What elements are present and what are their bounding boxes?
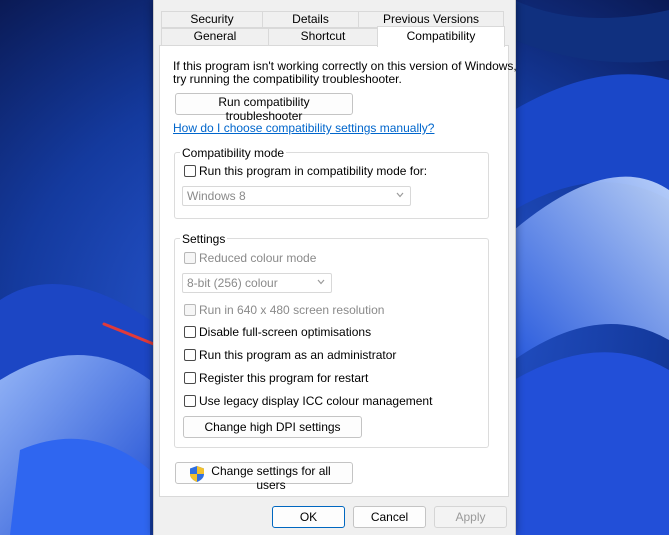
compatibility-os-select[interactable]: Windows 8 <box>182 186 411 206</box>
cancel-button[interactable]: Cancel <box>353 506 426 528</box>
legacy-icc-label: Use legacy display ICC colour management <box>199 394 433 408</box>
chevron-down-icon <box>317 279 325 285</box>
disable-fullscreen-label: Disable full-screen optimisations <box>199 325 372 339</box>
legacy-icc-checkbox[interactable] <box>184 395 196 407</box>
tab-compatibility[interactable]: Compatibility <box>377 26 505 47</box>
intro-text-line1: If this program isn't working correctly … <box>173 59 517 73</box>
change-dpi-button[interactable]: Change high DPI settings <box>183 416 362 438</box>
tab-details[interactable]: Details <box>262 11 359 28</box>
ok-button[interactable]: OK <box>272 506 345 528</box>
run-as-admin-checkbox[interactable] <box>184 349 196 361</box>
compatibility-help-link[interactable]: How do I choose compatibility settings m… <box>173 121 434 135</box>
colour-depth-select[interactable]: 8-bit (256) colour <box>182 273 332 293</box>
compatibility-mode-legend: Compatibility mode <box>180 146 287 160</box>
chevron-down-icon <box>396 192 404 198</box>
colour-depth-value: 8-bit (256) colour <box>187 276 278 290</box>
register-restart-checkbox[interactable] <box>184 372 196 384</box>
tab-security[interactable]: Security <box>161 11 263 28</box>
reduced-colour-label: Reduced colour mode <box>199 251 317 265</box>
compatibility-mode-checkbox[interactable] <box>184 165 196 177</box>
run-640x480-label: Run in 640 x 480 screen resolution <box>199 303 385 317</box>
run-troubleshooter-button[interactable]: Run compatibility troubleshooter <box>175 93 353 123</box>
compatibility-os-value: Windows 8 <box>187 189 246 203</box>
uac-shield-icon <box>190 466 204 482</box>
disable-fullscreen-checkbox[interactable] <box>184 326 196 338</box>
settings-legend: Settings <box>180 232 228 246</box>
reduced-colour-checkbox[interactable] <box>184 252 196 264</box>
intro-text-line2: try running the compatibility troublesho… <box>173 72 402 86</box>
apply-button[interactable]: Apply <box>434 506 507 528</box>
tab-shortcut[interactable]: Shortcut <box>268 28 378 46</box>
tab-general[interactable]: General <box>161 28 269 46</box>
register-restart-label: Register this program for restart <box>199 371 369 385</box>
run-as-admin-label: Run this program as an administrator <box>199 348 397 362</box>
run-640x480-checkbox[interactable] <box>184 304 196 316</box>
compatibility-mode-label: Run this program in compatibility mode f… <box>199 164 428 178</box>
change-all-users-button[interactable]: Change settings for all users <box>175 462 353 492</box>
